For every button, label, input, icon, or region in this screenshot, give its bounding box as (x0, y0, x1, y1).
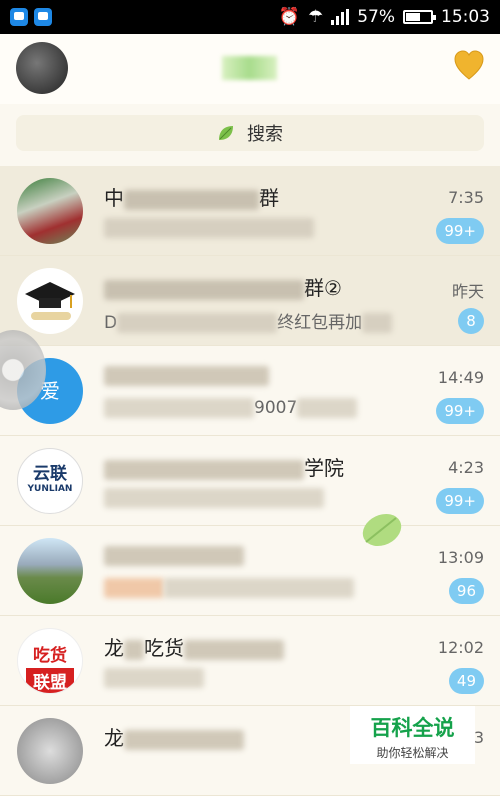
conversation-name (104, 542, 244, 566)
conversation-time: 7:35 (448, 188, 484, 207)
conversation-name: 学院 (104, 452, 344, 481)
conversation-name (104, 362, 269, 386)
signal-icon (331, 9, 350, 25)
conversation-preview: D 终红包再加 (104, 308, 393, 333)
conversation-item[interactable]: 爱 9007 14:49 99+ (0, 346, 500, 436)
search-label: 搜索 (247, 124, 283, 145)
search-bar[interactable]: 搜索 (16, 115, 484, 151)
status-bar: ⏰ ☂ 57% 15:03 (0, 0, 500, 34)
battery-icon (403, 10, 436, 24)
conversation-name: 龙 (104, 722, 244, 751)
conversation-time: 4:23 (448, 458, 484, 477)
status-time: 15:03 (441, 7, 490, 27)
group-avatar: 吃货 联盟 (17, 628, 83, 694)
unread-badge: 99+ (436, 488, 484, 514)
group-avatar (17, 178, 83, 244)
avatar-subtext: YUNLIAN (27, 484, 73, 494)
conversation-preview (104, 668, 204, 688)
conversation-preview: 9007 (104, 398, 358, 418)
conversation-item[interactable]: 吃货 联盟 龙吃货 12:02 49 (0, 616, 500, 706)
conversation-item[interactable]: 群② D 终红包再加 昨天 8 (0, 256, 500, 346)
conversation-preview (104, 578, 354, 598)
unread-badge: 8 (458, 308, 484, 334)
message-notification-icon (34, 8, 52, 26)
unread-badge: 99+ (436, 398, 484, 424)
avatar-text: 云联 (33, 464, 67, 484)
conversation-item[interactable]: 云联 YUNLIAN 学院 4:23 99+ (0, 436, 500, 526)
app-header (0, 34, 500, 104)
group-avatar (17, 718, 83, 784)
header-title-blurred (222, 56, 277, 80)
unread-badge: 49 (448, 668, 484, 694)
conversation-time: 14:49 (437, 368, 484, 387)
watermark-subtitle: 助你轻松解决 (376, 746, 449, 760)
heart-icon[interactable] (453, 50, 485, 82)
unread-badge: 99+ (436, 218, 484, 244)
conversation-name: 群② (104, 272, 342, 301)
user-avatar[interactable] (16, 42, 68, 94)
floating-leaf-icon (362, 513, 402, 547)
alarm-icon: ⏰ (278, 7, 300, 27)
conversation-item[interactable]: 中群 7:35 99+ (0, 166, 500, 256)
graduation-cap-icon (25, 282, 75, 320)
conversation-time: 12:02 (437, 638, 484, 657)
watermark: 百科全说 助你轻松解决 (350, 706, 475, 764)
conversation-preview (104, 218, 314, 238)
unread-badge: 96 (448, 578, 484, 604)
conversation-item[interactable]: 13:09 96 (0, 526, 500, 616)
graduation-cap-avatar (17, 268, 83, 334)
conversation-preview (104, 488, 324, 508)
conversation-list: 中群 7:35 99+ 群② D 终红包再加 昨天 8 爱 9007 14:49… (0, 166, 500, 796)
conversation-time: 3 (473, 728, 484, 747)
conversation-time: 昨天 (451, 282, 484, 301)
conversation-name: 龙吃货 (104, 632, 284, 661)
conversation-name: 中群 (104, 186, 279, 210)
conversation-time: 13:09 (437, 548, 484, 567)
group-avatar: 云联 YUNLIAN (17, 448, 83, 514)
watermark-title: 百科全说 (370, 716, 455, 740)
notification-app-icon (10, 8, 28, 26)
leaf-icon (219, 126, 233, 140)
wifi-icon: ☂ (307, 7, 324, 27)
battery-percent: 57% (357, 7, 395, 27)
landscape-avatar (17, 538, 83, 604)
avatar-subtext: 联盟 (26, 668, 74, 693)
avatar-text: 吃货 (33, 646, 67, 666)
